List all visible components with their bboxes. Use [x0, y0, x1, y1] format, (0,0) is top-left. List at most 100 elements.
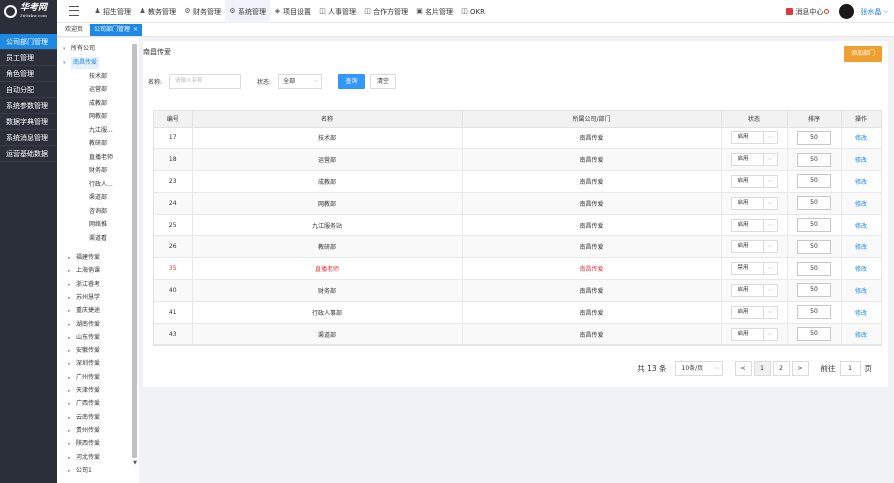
edit-link[interactable]: 修改	[855, 310, 867, 317]
reset-button[interactable]: 清空	[370, 73, 397, 89]
menu-toggle-icon[interactable]	[66, 4, 82, 18]
tree-node[interactable]: ▸ 浙江睿考	[68, 279, 100, 291]
tree-node[interactable]: ▸ 重庆捷途	[68, 305, 100, 317]
tree-node[interactable]: 直播老师	[89, 152, 113, 164]
tree-node[interactable]: ▸ 山东传爱	[68, 332, 100, 344]
edit-link[interactable]: 修改	[855, 288, 867, 295]
order-input[interactable]: 50	[797, 261, 831, 276]
status-select[interactable]: 启用 ⌵	[730, 240, 778, 254]
tree-node[interactable]: ▸ 公司1	[68, 465, 92, 477]
expand-icon[interactable]: ▸	[68, 345, 73, 357]
sidebar-item-6[interactable]: 系统消息管理	[0, 130, 57, 146]
sidebar-item-0[interactable]: 公司部门管理	[0, 34, 57, 50]
edit-link[interactable]: 修改	[855, 157, 867, 164]
nav-item-7[interactable]: ▣ 名片管理	[412, 0, 457, 23]
edit-link[interactable]: 修改	[855, 135, 867, 142]
sidebar-item-3[interactable]: 自动分配	[0, 82, 57, 98]
expand-icon[interactable]: ▾	[63, 43, 68, 55]
goto-page-input[interactable]: 1	[839, 361, 861, 376]
tree-node[interactable]: ▸ 云南传爱	[68, 412, 100, 424]
tree-node[interactable]: 财务部	[89, 165, 107, 177]
tree-node[interactable]: 技术部	[89, 71, 107, 83]
close-icon[interactable]: ×	[133, 24, 138, 36]
expand-icon[interactable]: ▸	[68, 252, 73, 264]
next-page-button[interactable]: >	[791, 361, 809, 376]
status-select[interactable]: 全部 ⌵	[278, 73, 323, 89]
expand-icon[interactable]: ▸	[68, 319, 73, 331]
tab-0[interactable]: 欢迎页	[61, 24, 87, 36]
expand-icon[interactable]: ▸	[68, 398, 73, 410]
add-department-button[interactable]: 添加部门	[844, 46, 882, 62]
expand-icon[interactable]: ▸	[68, 372, 73, 384]
tree-node[interactable]: ▸ 广州传爱	[68, 372, 100, 384]
logo[interactable]: 华考网 360xkw.com	[0, 0, 57, 23]
query-button[interactable]: 查询	[338, 73, 366, 89]
tree-node[interactable]: 运营部	[89, 84, 107, 96]
tree-node[interactable]: ▸ 安徽传爱	[68, 345, 100, 357]
order-input[interactable]: 50	[797, 283, 831, 298]
tree-node[interactable]: ▸ 湖南传爱	[68, 319, 100, 331]
status-select[interactable]: 启用 ⌵	[730, 174, 778, 188]
tab-1[interactable]: 公司部门管理 ×	[90, 23, 143, 36]
sidebar-item-5[interactable]: 数据字典管理	[0, 114, 57, 130]
edit-link[interactable]: 修改	[855, 244, 867, 251]
status-select[interactable]: 启用 ⌵	[730, 218, 778, 232]
status-select[interactable]: 启用 ⌵	[730, 327, 778, 341]
status-select[interactable]: 启用 ⌵	[730, 305, 778, 319]
edit-link[interactable]: 修改	[855, 179, 867, 186]
expand-icon[interactable]: ▸	[68, 358, 73, 370]
name-input[interactable]: 请输入名称	[169, 73, 242, 89]
order-input[interactable]: 50	[797, 327, 831, 342]
status-select[interactable]: 启用 ⌵	[730, 283, 778, 297]
tree-node[interactable]: 教研部	[89, 138, 107, 150]
nav-item-1[interactable]: ♟ 教务管理	[135, 0, 180, 23]
tree-node[interactable]: ▸ 广西传爱	[68, 398, 100, 410]
tree-node[interactable]: 网教部	[89, 111, 107, 123]
sidebar-item-2[interactable]: 角色管理	[0, 66, 57, 82]
edit-link[interactable]: 修改	[855, 266, 867, 273]
tree-node[interactable]: 九江服...	[89, 125, 113, 137]
tree-node[interactable]: ▸ 深圳传爱	[68, 358, 100, 370]
edit-link[interactable]: 修改	[855, 332, 867, 339]
sidebar-item-7[interactable]: 运营基础数据	[0, 146, 57, 162]
tree-node[interactable]: ▾ 南昌传爱	[63, 57, 100, 69]
edit-link[interactable]: 修改	[855, 223, 867, 230]
expand-icon[interactable]: ▸	[68, 385, 73, 397]
sidebar-item-1[interactable]: 员工管理	[0, 50, 57, 66]
expand-icon[interactable]: ▾	[63, 57, 68, 69]
nav-item-8[interactable]: ◫ OKR	[457, 0, 489, 23]
avatar[interactable]	[839, 4, 855, 19]
tree-node[interactable]: ▸ 河北传爱	[68, 452, 100, 464]
tree-node[interactable]: 行政人...	[89, 179, 113, 191]
expand-icon[interactable]: ▸	[68, 412, 73, 424]
order-input[interactable]: 50	[797, 174, 831, 189]
tree-node[interactable]: ▸ 天津传爱	[68, 385, 100, 397]
expand-icon[interactable]: ▸	[68, 465, 73, 477]
status-select[interactable]: 禁用 ⌵	[730, 262, 778, 276]
scroll-down-icon[interactable]: ▼	[133, 460, 137, 466]
order-input[interactable]: 50	[797, 196, 831, 211]
tree-node[interactable]: 渠道部	[89, 192, 107, 204]
expand-icon[interactable]: ▸	[68, 292, 73, 304]
expand-icon[interactable]: ▸	[68, 452, 73, 464]
tree-node[interactable]: 渠道看	[89, 233, 107, 245]
status-select[interactable]: 启用 ⌵	[730, 153, 778, 167]
message-center[interactable]: 消息中心	[786, 7, 830, 17]
tree-node[interactable]: ▸ 陕西传爱	[68, 438, 100, 450]
user-name[interactable]: 张水晶	[860, 7, 881, 17]
tree-node[interactable]: 成教部	[89, 98, 107, 110]
order-input[interactable]: 50	[797, 130, 831, 145]
page-size-select[interactable]: 10条/页 ⌵	[674, 361, 723, 376]
expand-icon[interactable]: ▸	[68, 332, 73, 344]
tree-scrollbar[interactable]	[132, 44, 137, 458]
expand-icon[interactable]: ▸	[68, 425, 73, 437]
order-input[interactable]: 50	[797, 305, 831, 320]
nav-item-3[interactable]: ⚙ 系统管理	[225, 0, 270, 23]
tree-node[interactable]: 网络推	[89, 219, 107, 231]
nav-item-5[interactable]: ◫ 人事管理	[315, 0, 360, 23]
order-input[interactable]: 50	[797, 218, 831, 233]
status-select[interactable]: 启用 ⌵	[730, 196, 778, 210]
edit-link[interactable]: 修改	[855, 201, 867, 208]
prev-page-button[interactable]: <	[734, 361, 752, 376]
sidebar-item-4[interactable]: 系统参数管理	[0, 98, 57, 114]
